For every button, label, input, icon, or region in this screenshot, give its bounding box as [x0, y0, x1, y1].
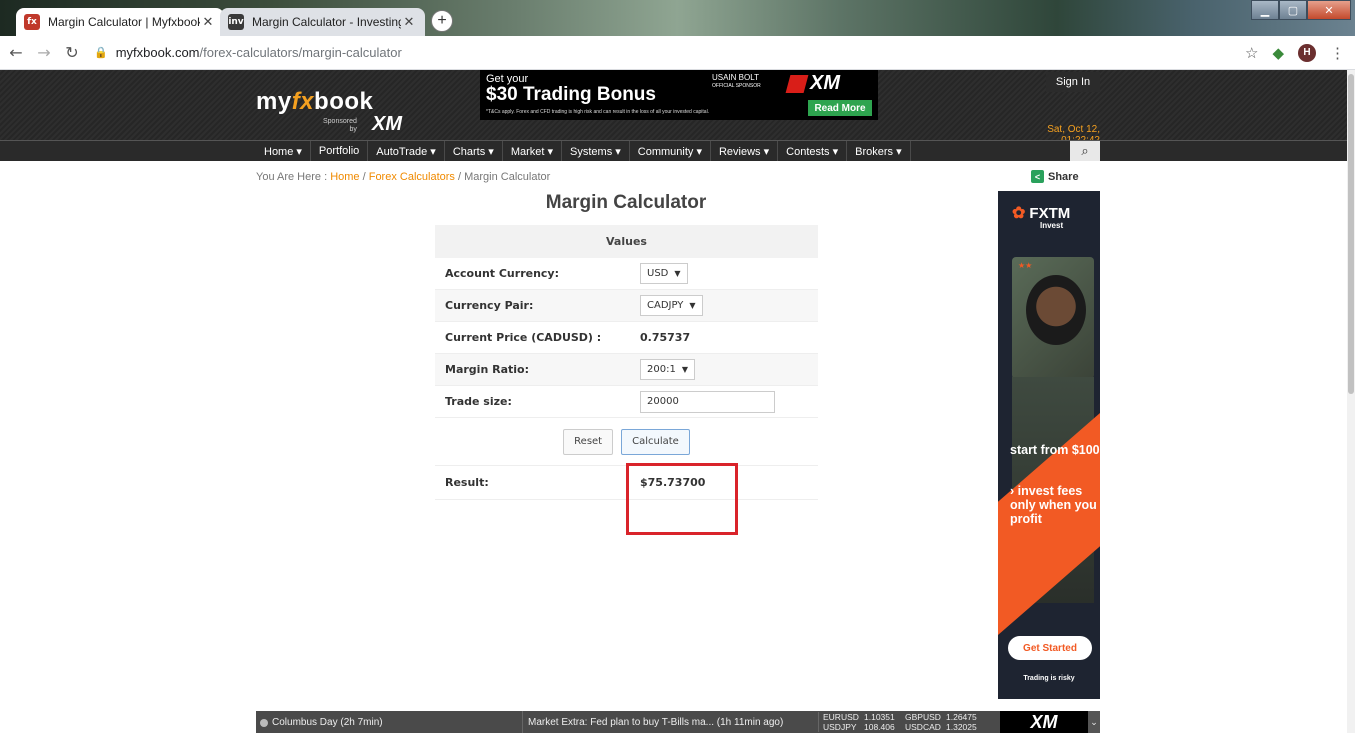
banner-disclaimer: *T&Cs apply. Forex and CFD trading is hi… [486, 109, 710, 115]
sponsored-by: Sponsored by [323, 118, 357, 133]
maximize-icon[interactable]: ▢ [1279, 0, 1307, 20]
ad-headline: start from $100 [1010, 443, 1100, 457]
ticker-event[interactable]: Columbus Day (2h 7min) [260, 717, 383, 728]
extension-icon[interactable]: ◆ [1272, 44, 1284, 62]
ad-disclaimer: Trading is risky [1023, 675, 1075, 682]
fxtm-logo: ✿ FXTM [1012, 204, 1071, 223]
ticker-quotes: EURUSD 1.10351 GBPUSD 1.26475 USDJPY 108.40… [818, 712, 1000, 732]
chevron-down-icon: ▼ [674, 269, 681, 278]
minimize-icon[interactable]: ▁ [1251, 0, 1279, 20]
calculate-button[interactable]: Calculate [621, 428, 690, 455]
breadcrumb: You Are Here : Home / Forex Calculators … [256, 171, 551, 183]
get-started-button[interactable]: Get Started [1008, 636, 1092, 660]
reload-icon[interactable]: ↻ [60, 43, 84, 62]
account-currency-row: Account Currency: USD ▼ [435, 258, 818, 290]
back-icon[interactable]: ← [4, 43, 28, 62]
reset-button[interactable]: Reset [563, 428, 614, 455]
margin-calculator-form: Values Account Currency: USD ▼ Currency P… [435, 225, 818, 500]
nav-contests[interactable]: Contests ▾ [778, 141, 848, 161]
nav-systems[interactable]: Systems ▾ [562, 141, 630, 161]
page-scrollbar[interactable] [1347, 70, 1355, 733]
fxtm-flower-icon: ✿ [1012, 205, 1026, 222]
read-more-button[interactable]: Read More [808, 100, 872, 116]
investing-favicon-icon: inv [228, 14, 244, 30]
chevron-down-icon: ▼ [681, 365, 688, 374]
scrollbar-thumb[interactable] [1348, 74, 1354, 394]
nav-portfolio[interactable]: Portfolio [311, 141, 369, 161]
trade-size-input[interactable]: 20000 [640, 390, 775, 413]
search-icon[interactable]: ⌕ [1070, 141, 1100, 161]
bottom-ticker: Columbus Day (2h 7min) Market Extra: Fed… [256, 711, 1100, 733]
tab-title: Margin Calculator | Myfxbook [48, 15, 200, 29]
currency-pair-select[interactable]: CADJPY ▼ [640, 295, 703, 316]
usain-bolt-badge: USAIN BOLT OFFICIAL SPONSOR [712, 73, 761, 90]
trade-size-row: Trade size: 20000 [435, 386, 818, 418]
ticker-xm-logo[interactable]: XM [1000, 711, 1088, 733]
page-title: Margin Calculator [545, 192, 707, 213]
event-dot-icon [260, 718, 268, 727]
main-nav: Home ▾ Portfolio AutoTrade ▾ Charts ▾ Ma… [0, 140, 1355, 161]
myfxbook-logo[interactable]: myfxbook [256, 88, 373, 116]
sign-in-button[interactable]: Sign In [1046, 72, 1100, 92]
menu-dots-icon[interactable]: ⋮ [1330, 44, 1345, 62]
nav-home[interactable]: Home ▾ [256, 141, 311, 161]
nav-charts[interactable]: Charts ▾ [445, 141, 503, 161]
url-input[interactable]: 🔒 myfxbook.com/forex-calculators/margin-… [94, 39, 1214, 67]
currency-pair-row: Currency Pair: CADJPY ▼ [435, 290, 818, 322]
action-buttons: Reset Calculate [435, 418, 818, 466]
person-image [1026, 275, 1086, 345]
lock-icon: 🔒 [94, 47, 108, 59]
nav-community[interactable]: Community ▾ [630, 141, 711, 161]
address-bar: ← → ↻ 🔒 myfxbook.com/forex-calculators/m… [0, 36, 1355, 70]
profile-avatar[interactable]: H [1298, 43, 1316, 62]
tab-close-icon[interactable]: ✕ [200, 14, 216, 30]
site-header: myfxbook Sponsored by XM Get your $30 Tra… [0, 70, 1355, 146]
banner-xm-logo: XM [810, 72, 840, 94]
window-controls: ▁ ▢ ✕ [1251, 0, 1351, 20]
ad-photo: ★★ [1012, 257, 1094, 379]
chevron-down-icon: ▼ [689, 301, 696, 310]
promo-banner[interactable]: Get your $30 Trading Bonus *T&Cs apply. … [480, 70, 878, 120]
share-icon: < [1031, 170, 1044, 183]
new-tab-button[interactable]: + [431, 10, 453, 32]
breadcrumb-home-link[interactable]: Home [330, 171, 359, 183]
tab-myfxbook[interactable]: fx Margin Calculator | Myfxbook ✕ [16, 8, 224, 36]
stars-icon: ★★ [1018, 261, 1033, 270]
chevron-down-icon[interactable]: ⌄ [1088, 711, 1100, 733]
forward-icon[interactable]: → [32, 43, 56, 62]
account-currency-select[interactable]: USD ▼ [640, 263, 688, 284]
tab-title: Margin Calculator - Investing.con [252, 15, 401, 29]
result-highlight-box [626, 463, 738, 535]
breadcrumb-forex-link[interactable]: Forex Calculators [369, 171, 455, 183]
ticker-news[interactable]: Market Extra: Fed plan to buy T-Bills ma… [522, 711, 818, 733]
current-price-row: Current Price (CADUSD) : 0.75737 [435, 322, 818, 354]
nav-brokers[interactable]: Brokers ▾ [847, 141, 911, 161]
ad-subline: › invest fees only when you profit [1010, 484, 1097, 526]
fxtm-side-ad[interactable]: ✿ FXTM Invest ★★ start from $100 › invest… [998, 191, 1100, 699]
margin-ratio-row: Margin Ratio: 200:1 ▼ [435, 354, 818, 386]
nav-reviews[interactable]: Reviews ▾ [711, 141, 779, 161]
breadcrumb-current: Margin Calculator [464, 171, 551, 183]
url-path: /forex-calculators/margin-calculator [199, 45, 402, 60]
values-header: Values [435, 225, 818, 258]
share-button[interactable]: < Share [1031, 170, 1079, 183]
banner-bonus: $30 Trading Bonus [486, 84, 656, 105]
current-price-value: 0.75737 [640, 331, 691, 344]
tab-close-icon[interactable]: ✕ [401, 14, 417, 30]
url-host: myfxbook.com [115, 45, 200, 60]
tab-investing[interactable]: inv Margin Calculator - Investing.con ✕ [220, 8, 425, 36]
browser-tab-bar: fx Margin Calculator | Myfxbook ✕ inv Ma… [0, 0, 1355, 36]
myfxbook-favicon-icon: fx [24, 14, 40, 30]
xm-sponsor-logo[interactable]: XM [372, 113, 402, 136]
close-window-icon[interactable]: ✕ [1307, 0, 1351, 20]
bookmark-star-icon[interactable]: ☆ [1245, 44, 1258, 62]
margin-ratio-select[interactable]: 200:1 ▼ [640, 359, 695, 380]
nav-autotrade[interactable]: AutoTrade ▾ [368, 141, 445, 161]
nav-market[interactable]: Market ▾ [503, 141, 563, 161]
